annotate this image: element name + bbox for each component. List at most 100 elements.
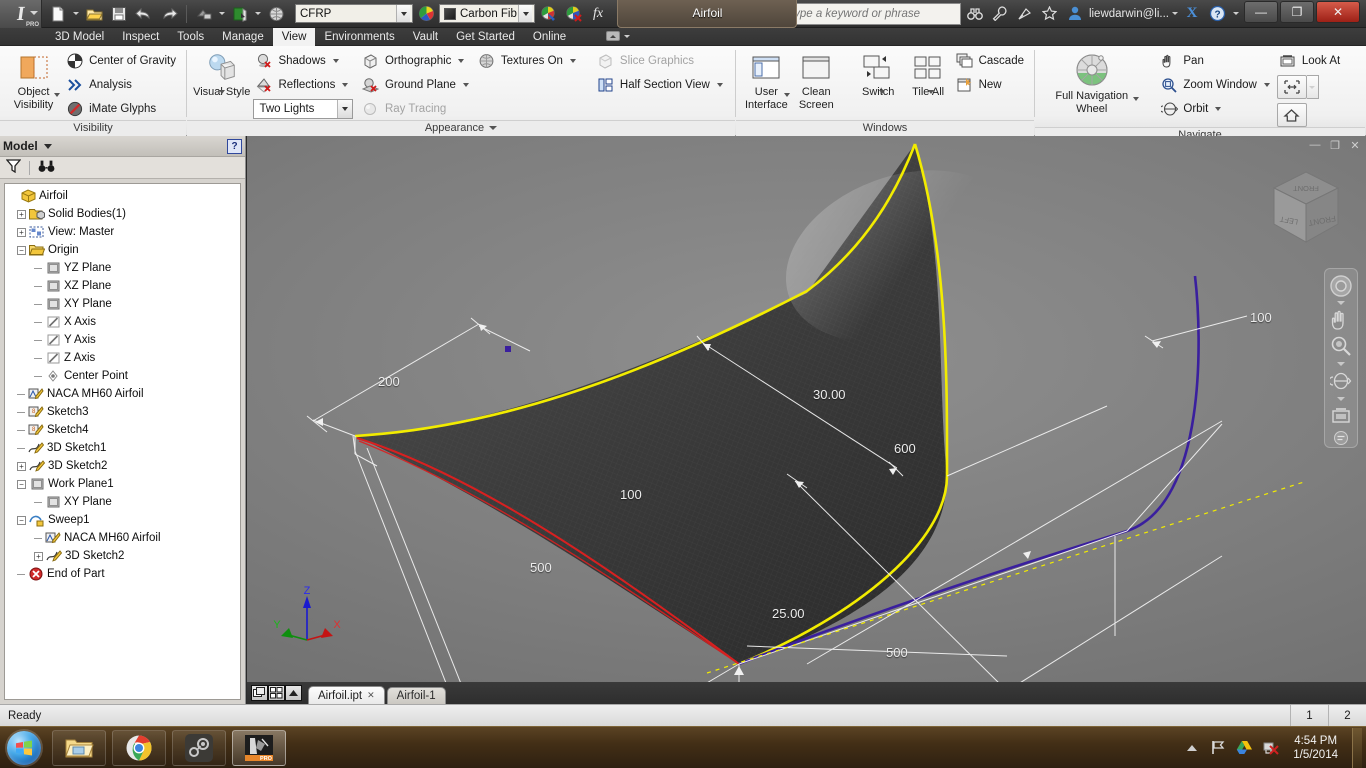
tree-node[interactable]: XZ Plane <box>8 277 240 295</box>
restore-button[interactable]: ❐ <box>1280 1 1314 23</box>
undo-icon[interactable] <box>132 2 156 26</box>
taskbar-clock[interactable]: 4:54 PM 1/5/2014 <box>1287 734 1344 762</box>
new-window-button[interactable]: New <box>954 74 1029 96</box>
tab-environments[interactable]: Environments <box>315 28 403 46</box>
scroll-up-button[interactable] <box>285 685 302 701</box>
dimension-label-200[interactable]: 200 <box>378 374 400 389</box>
help-dropdown-icon[interactable] <box>1231 2 1241 26</box>
tab-inspect[interactable]: Inspect <box>113 28 168 46</box>
google-drive-icon[interactable] <box>1235 739 1253 757</box>
tree-node[interactable]: NACA MH60 Airfoil <box>8 529 240 547</box>
inventor-button[interactable]: PRO <box>232 730 286 766</box>
tree-node[interactable]: Z Axis <box>8 349 240 367</box>
reflections-button[interactable]: Reflections <box>253 74 357 96</box>
tile-all-button[interactable]: Tile All <box>905 49 952 98</box>
tree-expander[interactable]: + <box>17 228 26 237</box>
wrench-icon[interactable] <box>989 3 1011 25</box>
tab-view[interactable]: View <box>273 28 316 46</box>
network-disconnected-icon[interactable] <box>1261 739 1279 757</box>
tree-node[interactable]: XY Plane <box>8 295 240 313</box>
dimension-label-100-right[interactable]: 100 <box>1250 310 1272 325</box>
tree-expander[interactable]: + <box>17 462 26 471</box>
find-binoculars-icon[interactable] <box>38 159 55 176</box>
tree-expander[interactable]: − <box>17 246 26 255</box>
steering-wheel-dropdown-icon[interactable] <box>1337 299 1345 307</box>
zoom-all-dropdown-icon[interactable] <box>1307 75 1319 99</box>
clear-appearance-icon[interactable] <box>561 2 585 26</box>
doc-tab-airfoil-ipt[interactable]: Airfoil.ipt ✕ <box>308 686 385 704</box>
dimension-label-500-left[interactable]: 500 <box>530 560 552 575</box>
full-navigation-wheel-button[interactable]: Full Navigation Wheel <box>1040 49 1143 115</box>
analysis-button[interactable]: Analysis <box>64 74 181 96</box>
tree-node[interactable]: +3D Sketch2 <box>8 547 240 565</box>
account-name[interactable]: liewdarwin@li... <box>1089 8 1178 20</box>
tree-node[interactable]: Airfoil <box>8 187 240 205</box>
tree-node[interactable]: 8Sketch4 <box>8 421 240 439</box>
tree-expander[interactable]: + <box>34 552 43 561</box>
ground-plane-button[interactable]: Ground Plane <box>360 74 474 96</box>
tile-windows-button[interactable] <box>268 685 285 701</box>
chevron-down-icon[interactable] <box>44 144 52 149</box>
dimension-label-600[interactable]: 600 <box>894 441 916 456</box>
google-chrome-button[interactable] <box>112 730 166 766</box>
look-at-button[interactable]: Look At <box>1277 50 1360 72</box>
switch-windows-button[interactable]: Switch <box>854 49 903 98</box>
show-desktop-button[interactable] <box>1352 728 1362 768</box>
zoom-dropdown-icon[interactable] <box>1337 360 1345 368</box>
imate-glyphs-button[interactable]: iMate Glyphs <box>64 98 181 120</box>
close-button[interactable]: ✕ <box>1316 1 1360 23</box>
user-interface-button[interactable]: User Interface <box>741 49 792 111</box>
tab-online[interactable]: Online <box>524 28 575 46</box>
tree-expander[interactable]: − <box>17 480 26 489</box>
pan-button[interactable]: Pan <box>1158 50 1275 72</box>
object-visibility-button[interactable]: Object Visibility <box>5 49 62 111</box>
tree-node[interactable]: End of Part <box>8 565 240 583</box>
application-menu-button[interactable]: I PRO <box>0 0 42 28</box>
textures-on-button[interactable]: Textures On <box>476 50 584 72</box>
graphics-viewport[interactable]: — ❐ ✕ <box>247 136 1366 704</box>
new-file-dropdown-icon[interactable] <box>71 2 81 26</box>
orbit-dropdown-icon[interactable] <box>1215 107 1221 111</box>
tree-expander[interactable]: − <box>17 516 26 525</box>
zoom-all-button[interactable] <box>1277 75 1307 99</box>
lighting-style-combo[interactable]: Two Lights <box>253 99 353 119</box>
filter-icon[interactable] <box>6 159 21 176</box>
switch-dropdown-icon[interactable] <box>879 90 885 94</box>
autodesk-exchange-icon[interactable]: X <box>1181 3 1203 25</box>
zoom-button[interactable] <box>1327 334 1355 359</box>
new-file-icon[interactable] <box>46 2 70 26</box>
start-orb[interactable] <box>2 728 46 768</box>
clean-screen-button[interactable]: Clean Screen <box>794 49 839 111</box>
viewport-close-button[interactable]: ✕ <box>1348 138 1362 152</box>
half-section-dropdown-icon[interactable] <box>717 83 723 87</box>
tile-all-dropdown-icon[interactable] <box>928 90 934 94</box>
reflections-dropdown-icon[interactable] <box>342 83 348 87</box>
show-hidden-icons-chevron[interactable] <box>1183 739 1201 757</box>
doc-tab-airfoil-1[interactable]: Airfoil-1 <box>387 687 446 704</box>
color-wheel-icon[interactable] <box>414 2 438 26</box>
dimension-label-30[interactable]: 30.00 <box>813 387 846 402</box>
tree-node[interactable]: 3D Sketch1 <box>8 439 240 457</box>
satellite-dish-icon[interactable] <box>1014 3 1036 25</box>
tree-node[interactable]: Y Axis <box>8 331 240 349</box>
account-dropdown-icon[interactable] <box>1172 12 1178 15</box>
orbit-dropdown-icon[interactable] <box>1337 395 1345 403</box>
open-file-icon[interactable] <box>82 2 106 26</box>
cascade-button[interactable]: Cascade <box>954 50 1029 72</box>
tree-expander[interactable]: + <box>17 210 26 219</box>
tree-node[interactable]: YZ Plane <box>8 259 240 277</box>
ground-plane-dropdown-icon[interactable] <box>463 83 469 87</box>
adjust-appearance-icon[interactable] <box>536 2 560 26</box>
user-interface-dropdown-icon[interactable] <box>784 93 790 97</box>
look-at-button[interactable] <box>1327 404 1355 429</box>
material-combo-arrow[interactable] <box>396 5 410 22</box>
visual-style-dropdown-icon[interactable] <box>219 90 225 94</box>
help-button[interactable]: ? <box>1206 3 1228 25</box>
dimension-label-500-right[interactable]: 500 <box>886 645 908 660</box>
viewport-minimize-button[interactable]: — <box>1308 138 1322 152</box>
appearance-combo[interactable]: Carbon Fib <box>439 4 535 23</box>
redo-icon[interactable] <box>157 2 181 26</box>
fx-parameters-icon[interactable]: fx <box>586 2 610 26</box>
orbit-button[interactable] <box>1327 369 1355 394</box>
material-browser-icon[interactable] <box>228 2 252 26</box>
